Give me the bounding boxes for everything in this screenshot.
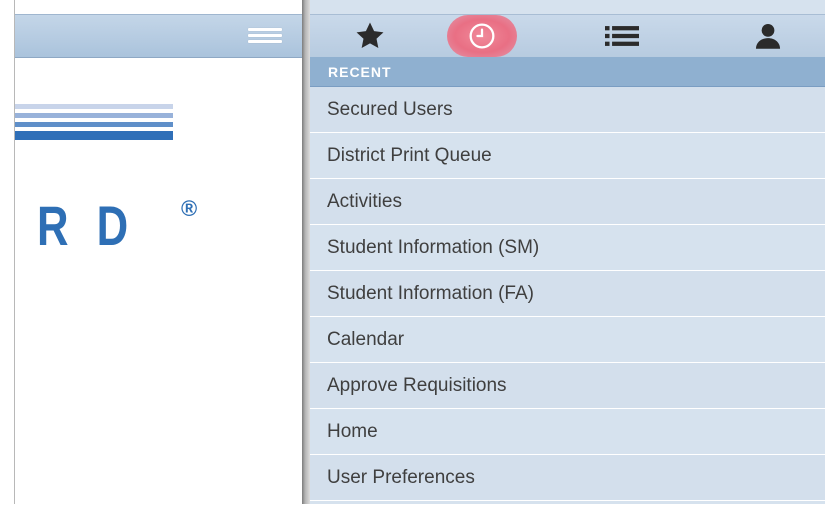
user-icon <box>755 23 781 49</box>
menu-item-district-print-queue[interactable]: District Print Queue <box>310 133 825 179</box>
left-pane: RD ® <box>15 0 302 516</box>
logo-letter-d: D <box>96 194 130 257</box>
recent-section-header: RECENT <box>310 57 825 87</box>
menu-item-home[interactable]: Home <box>310 409 825 455</box>
menu-item-student-information-fa[interactable]: Student Information (FA) <box>310 271 825 317</box>
recent-menu-list: Secured Users District Print Queue Activ… <box>310 87 825 501</box>
menu-item-student-information-sm[interactable]: Student Information (SM) <box>310 225 825 271</box>
account-button[interactable] <box>746 19 790 53</box>
menu-item-user-preferences[interactable]: User Preferences <box>310 455 825 501</box>
pane-divider <box>302 0 310 516</box>
menu-toolbar <box>310 14 825 57</box>
favorites-button[interactable] <box>348 19 392 53</box>
left-header <box>15 14 302 58</box>
navigation-menu-pane: RECENT Secured Users District Print Queu… <box>310 0 825 516</box>
hamburger-icon[interactable] <box>248 28 282 44</box>
registered-mark: ® <box>181 196 198 221</box>
menu-item-secured-users[interactable]: Secured Users <box>310 87 825 133</box>
recent-button[interactable] <box>447 15 517 57</box>
star-icon <box>356 22 384 49</box>
menu-item-calendar[interactable]: Calendar <box>310 317 825 363</box>
menu-item-approve-requisitions[interactable]: Approve Requisitions <box>310 363 825 409</box>
list-button[interactable] <box>600 19 644 53</box>
list-icon <box>605 26 639 46</box>
logo-letter-r: R <box>37 194 71 257</box>
bottom-margin <box>0 504 825 516</box>
clock-icon <box>469 23 495 49</box>
menu-item-activities[interactable]: Activities <box>310 179 825 225</box>
logo-wordmark: RD <box>37 198 130 254</box>
logo-stripes <box>15 104 173 144</box>
